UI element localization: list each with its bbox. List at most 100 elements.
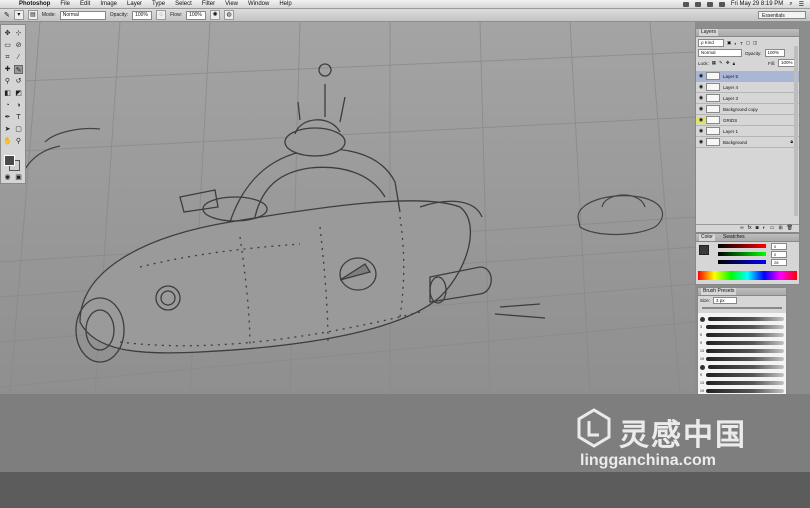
wifi-icon[interactable] [706,1,713,7]
menu-type[interactable]: Type [147,0,170,9]
visibility-eye-icon[interactable]: ◉ [696,73,706,79]
zoom-tool-icon[interactable]: ⚲ [14,137,23,146]
airbrush-icon[interactable]: ✺ [210,10,221,20]
shape-tool-icon[interactable]: ▢ [14,125,23,134]
pressure-opacity-icon[interactable]: ◌ [156,10,167,20]
layer-row[interactable]: ◉ Layer 3 [696,93,799,104]
layer-name[interactable]: Background copy [723,107,758,112]
brush-size-field[interactable]: 3 px [713,297,738,304]
red-value[interactable]: 0 [771,243,787,250]
layer-opacity-field[interactable]: 100% [764,49,785,57]
menu-select[interactable]: Select [170,0,197,9]
menu-file[interactable]: File [55,0,75,9]
document-canvas[interactable] [0,22,695,394]
layer-row[interactable]: ◉ Layer 4 [696,82,799,93]
blue-slider[interactable] [718,260,766,264]
layers-scrollbar[interactable] [794,46,798,216]
menu-view[interactable]: View [220,0,243,9]
layer-row[interactable]: ◉ Background copy [696,104,799,115]
filter-adjust-icon[interactable]: ◐ [734,41,737,46]
filter-type-icon[interactable]: T [740,41,743,46]
gradient-tool-icon[interactable]: ◩ [14,89,23,98]
pressure-size-icon[interactable]: ◍ [224,10,235,20]
mode-select[interactable]: Normal [59,10,106,20]
healing-tool-icon[interactable]: ✚ [3,65,12,74]
filter-smart-icon[interactable]: ◫ [753,40,757,46]
brush-preset-item[interactable]: 13 [700,347,784,355]
brush-preset-item[interactable]: 9 [700,339,784,347]
move-tool-icon[interactable]: ✥ [3,29,12,38]
green-value[interactable]: 0 [771,251,787,258]
artboard-tool-icon[interactable]: ⊹ [14,29,23,38]
color-spectrum-bar[interactable] [698,271,797,280]
brush-preset-item[interactable]: 19 [700,355,784,363]
tray-icon[interactable] [694,1,701,7]
visibility-eye-icon[interactable]: ◉ [696,117,706,123]
brush-tool-icon[interactable]: ✎ [14,65,23,74]
visibility-eye-icon[interactable]: ◉ [696,95,706,101]
layer-row[interactable]: ◉ Layer 5 [696,71,799,82]
layer-name[interactable]: Background [723,140,747,145]
layer-row[interactable]: ◉ Layer 1 [696,126,799,137]
path-select-tool-icon[interactable]: ➤ [3,125,12,134]
brush-tool-icon[interactable]: ✎ [4,11,10,19]
lock-pixels-icon[interactable]: ▦ [712,60,716,66]
menu-layer[interactable]: Layer [122,0,147,9]
crop-tool-icon[interactable]: ⌗ [3,53,12,62]
tab-color[interactable]: Color [699,234,715,241]
menu-filter[interactable]: Filter [197,0,220,9]
brush-size-slider[interactable] [702,307,782,309]
visibility-eye-icon[interactable]: ◉ [696,139,706,145]
opacity-field[interactable]: 100% [132,10,153,20]
new-group-icon[interactable]: ▭ [770,225,775,232]
visibility-eye-icon[interactable]: ◉ [696,84,706,90]
lock-position-icon[interactable]: ✥ [726,60,730,66]
tab-brush-presets[interactable]: Brush Presets [701,288,737,295]
clone-stamp-tool-icon[interactable]: ⚲ [3,77,12,86]
flow-field[interactable]: 100% [186,10,207,20]
search-icon[interactable]: ⌕ [789,1,792,8]
type-tool-icon[interactable]: T [14,113,23,122]
menu-window[interactable]: Window [243,0,274,9]
marquee-tool-icon[interactable]: ▭ [3,41,12,50]
filter-shape-icon[interactable]: ▢ [746,40,750,46]
layer-name[interactable]: Layer 5 [723,74,738,79]
notification-icon[interactable]: ☰ [799,1,804,8]
menu-help[interactable]: Help [274,0,296,9]
layer-style-icon[interactable]: fx [748,225,752,232]
tray-icon[interactable] [682,1,689,7]
layer-row[interactable]: ◉ Background 🔒︎ [696,137,799,148]
brush-preset-item[interactable]: 13 [700,379,784,387]
layer-row[interactable]: ◉ GRIDS [696,115,799,126]
layer-name[interactable]: Layer 3 [723,96,738,101]
menu-edit[interactable]: Edit [75,0,95,9]
hand-tool-icon[interactable]: ✋ [3,137,12,146]
layer-kind-filter[interactable]: ρ Kind [698,39,724,47]
eyedropper-tool-icon[interactable]: ⁄ [14,53,23,62]
blur-tool-icon[interactable]: ◔ [3,101,12,110]
tab-swatches[interactable]: Swatches [721,234,747,241]
foreground-color-swatch[interactable] [4,155,15,166]
layer-name[interactable]: Layer 4 [723,85,738,90]
tab-layers[interactable]: Layers [699,29,719,36]
brush-preset-item[interactable]: 3 [700,323,784,331]
brush-preset-item[interactable] [700,315,784,323]
lock-paint-icon[interactable]: ✎ [719,60,723,66]
link-layers-icon[interactable]: ∞ [740,225,744,232]
layer-name[interactable]: Layer 1 [723,129,738,134]
layer-name[interactable]: GRIDS [723,118,737,123]
green-slider[interactable] [718,252,766,256]
quick-select-tool-icon[interactable]: ⊘ [14,41,23,50]
visibility-eye-icon[interactable]: ◉ [696,106,706,112]
quick-mask-icon[interactable]: ◉ [3,173,12,182]
adjustment-layer-icon[interactable]: ◐ [763,225,766,232]
red-slider[interactable] [718,244,766,248]
delete-layer-icon[interactable]: 🗑︎ [787,225,793,232]
pen-tool-icon[interactable]: ✒ [3,113,12,122]
new-layer-icon[interactable]: ⊞ [778,225,782,232]
brush-preset-item[interactable]: 9 [700,371,784,379]
clock[interactable]: Fri May 29 8:19 PM [731,1,783,7]
history-brush-tool-icon[interactable]: ↺ [14,77,23,86]
visibility-eye-icon[interactable]: ◉ [696,128,706,134]
workspace-switcher[interactable]: Essentials [758,11,806,19]
